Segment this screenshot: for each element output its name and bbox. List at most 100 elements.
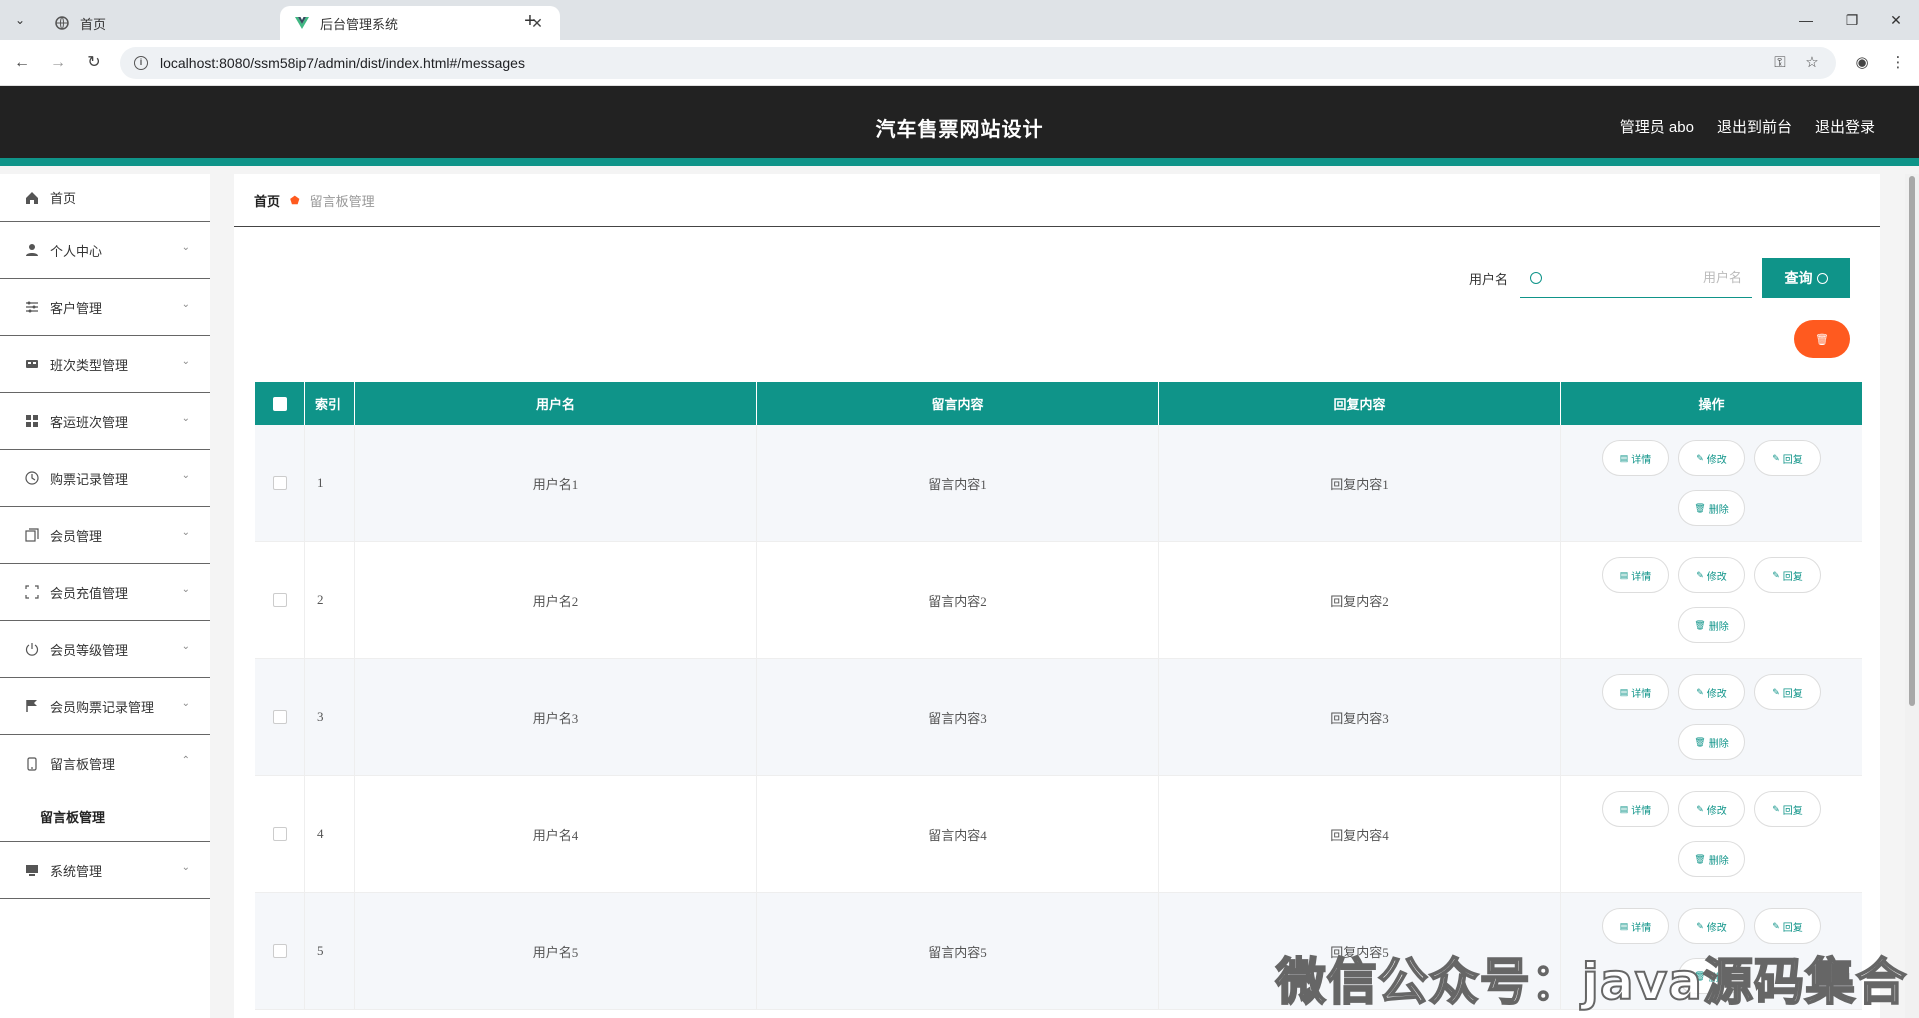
sidebar-item-home[interactable]: 首页 (0, 174, 210, 222)
detail-button[interactable]: ▤ 详情 (1602, 908, 1669, 944)
cell-reply: 回复内容3 (1159, 659, 1561, 775)
delete-label: 删除 (1708, 504, 1729, 516)
sidebar-item-passenger-shifts[interactable]: 客运班次管理 ⌄ (0, 393, 210, 450)
sidebar-item-label: 客户管理 (50, 300, 103, 316)
new-tab-button[interactable]: + (518, 9, 542, 33)
username-search-input[interactable] (1552, 270, 1742, 285)
cell-username: 用户名5 (355, 893, 757, 1009)
row-checkbox[interactable] (272, 827, 287, 841)
reply-button[interactable]: ✎ 回复 (1754, 557, 1821, 593)
search-button[interactable]: 查询 (1762, 258, 1850, 298)
cell-username: 用户名2 (355, 542, 757, 658)
detail-button[interactable]: ▤ 详情 (1602, 674, 1669, 710)
url-field[interactable]: i localhost:8080/ssm58ip7/admin/dist/ind… (120, 47, 1836, 79)
edit-button[interactable]: ✎ 修改 (1678, 791, 1745, 827)
cell-ops: ▤ 详情 ✎ 修改 ✎ 回复 🗑 删除 (1561, 776, 1862, 892)
delete-button[interactable]: 🗑 删除 (1678, 490, 1745, 526)
reply-button[interactable]: ✎ 回复 (1754, 440, 1821, 476)
restore-button[interactable]: ❐ (1832, 8, 1872, 32)
browser-tab-home[interactable]: 首页 ✕ (40, 6, 320, 40)
trash-icon: 🗑 (1694, 736, 1706, 747)
page-scrollbar[interactable] (1905, 174, 1919, 1018)
delete-button[interactable]: 🗑 删除 (1678, 724, 1745, 760)
row-checkbox[interactable] (272, 710, 287, 724)
edit-label: 修改 (1706, 805, 1727, 817)
detail-button[interactable]: ▤ 详情 (1602, 557, 1669, 593)
sidebar-item-system[interactable]: 系统管理 ⌄ (0, 842, 210, 899)
edit-button[interactable]: ✎ 修改 (1678, 440, 1745, 476)
batch-delete-button[interactable]: 🗑 (1794, 320, 1850, 358)
pencil-icon: ✎ (1772, 920, 1780, 931)
detail-label: 详情 (1631, 454, 1652, 466)
cell-index: 2 (305, 542, 355, 658)
flag-icon (24, 698, 40, 714)
search-icon (1816, 272, 1828, 284)
delete-button[interactable]: 🗑 删除 (1678, 607, 1745, 643)
select-all-checkbox[interactable] (272, 396, 287, 411)
sidebar-item-message-board[interactable]: 留言板管理 ⌃ (0, 735, 210, 792)
cell-reply: 回复内容1 (1159, 425, 1561, 541)
row-checkbox[interactable] (272, 944, 287, 958)
site-info-icon[interactable]: i (134, 56, 148, 70)
row-checkbox[interactable] (272, 476, 287, 490)
reply-button[interactable]: ✎ 回复 (1754, 791, 1821, 827)
cell-index: 4 (305, 776, 355, 892)
header-content: 留言内容 (757, 382, 1159, 425)
tab-search-button[interactable]: ⌄ (8, 8, 32, 32)
sidebar-item-member-levels[interactable]: 会员等级管理 ⌄ (0, 621, 210, 678)
key-icon[interactable]: ⚿ (1766, 47, 1794, 79)
row-checkbox-cell (255, 425, 305, 541)
select-all-cell (255, 382, 305, 425)
sidebar-item-label: 会员管理 (50, 528, 103, 544)
chevron-down-icon: ⌄ (181, 527, 190, 538)
sidebar-item-members[interactable]: 会员管理 ⌄ (0, 507, 210, 564)
breadcrumb-home[interactable]: 首页 (254, 191, 280, 210)
cell-content: 留言内容1 (757, 425, 1159, 541)
scrollbar-thumb[interactable] (1909, 176, 1915, 706)
row-checkbox-cell (255, 893, 305, 1009)
messages-table: 索引 用户名 留言内容 回复内容 操作 1 用户名1 留言内容1 回复内容1 ▤ 详情 ✎ 修… (255, 382, 1862, 1010)
sidebar-subitem-message-board[interactable]: 留言板管理 (0, 792, 210, 842)
edit-button[interactable]: ✎ 修改 (1678, 557, 1745, 593)
edit-label: 修改 (1706, 922, 1727, 934)
reply-button[interactable]: ✎ 回复 (1754, 674, 1821, 710)
row-checkbox[interactable] (272, 593, 287, 607)
chevron-down-icon: ⌄ (181, 242, 190, 253)
cell-username: 用户名4 (355, 776, 757, 892)
detail-button[interactable]: ▤ 详情 (1602, 440, 1669, 476)
to-front-link[interactable]: 退出到前台 (1717, 116, 1792, 137)
minimize-button[interactable]: — (1786, 8, 1826, 32)
more-menu-icon[interactable]: ⋮ (1884, 47, 1912, 79)
profile-icon[interactable]: ◉ (1848, 47, 1876, 79)
forward-button[interactable]: → (46, 51, 70, 75)
sidebar-item-shift-types[interactable]: 班次类型管理 ⌄ (0, 336, 210, 393)
tab-title: 首页 (80, 16, 107, 32)
cell-username: 用户名1 (355, 425, 757, 541)
admin-user-label[interactable]: 管理员 abo (1620, 116, 1694, 137)
search-label: 用户名 (1468, 271, 1508, 287)
sidebar-item-member-recharge[interactable]: 会员充值管理 ⌄ (0, 564, 210, 621)
edit-button[interactable]: ✎ 修改 (1678, 908, 1745, 944)
back-button[interactable]: ← (10, 51, 34, 75)
sidebar-item-member-ticket-records[interactable]: 会员购票记录管理 ⌄ (0, 678, 210, 735)
star-icon[interactable]: ☆ (1798, 47, 1826, 79)
tab-title: 后台管理系统 (320, 16, 399, 32)
browser-tab-bar: ⌄ 首页 ✕ 后台管理系统 ✕ + — ❐ ✕ (0, 0, 1919, 40)
user-icon (24, 242, 40, 258)
edit-label: 修改 (1706, 454, 1727, 466)
trash-icon: 🗑 (1694, 619, 1706, 630)
cell-content: 留言内容2 (757, 542, 1159, 658)
sidebar-item-customers[interactable]: 客户管理 ⌄ (0, 279, 210, 336)
reply-button[interactable]: ✎ 回复 (1754, 908, 1821, 944)
logout-link[interactable]: 退出登录 (1815, 116, 1875, 137)
sidebar-item-profile[interactable]: 个人中心 ⌄ (0, 222, 210, 279)
reload-button[interactable]: ↻ (82, 51, 106, 75)
close-window-button[interactable]: ✕ (1876, 8, 1916, 32)
detail-button[interactable]: ▤ 详情 (1602, 791, 1669, 827)
sidebar-item-ticket-records[interactable]: 购票记录管理 ⌄ (0, 450, 210, 507)
trash-icon: 🗑 (1815, 333, 1829, 346)
detail-label: 详情 (1631, 688, 1652, 700)
delete-button[interactable]: 🗑 删除 (1678, 841, 1745, 877)
sidebar-item-label: 系统管理 (50, 863, 103, 879)
edit-button[interactable]: ✎ 修改 (1678, 674, 1745, 710)
